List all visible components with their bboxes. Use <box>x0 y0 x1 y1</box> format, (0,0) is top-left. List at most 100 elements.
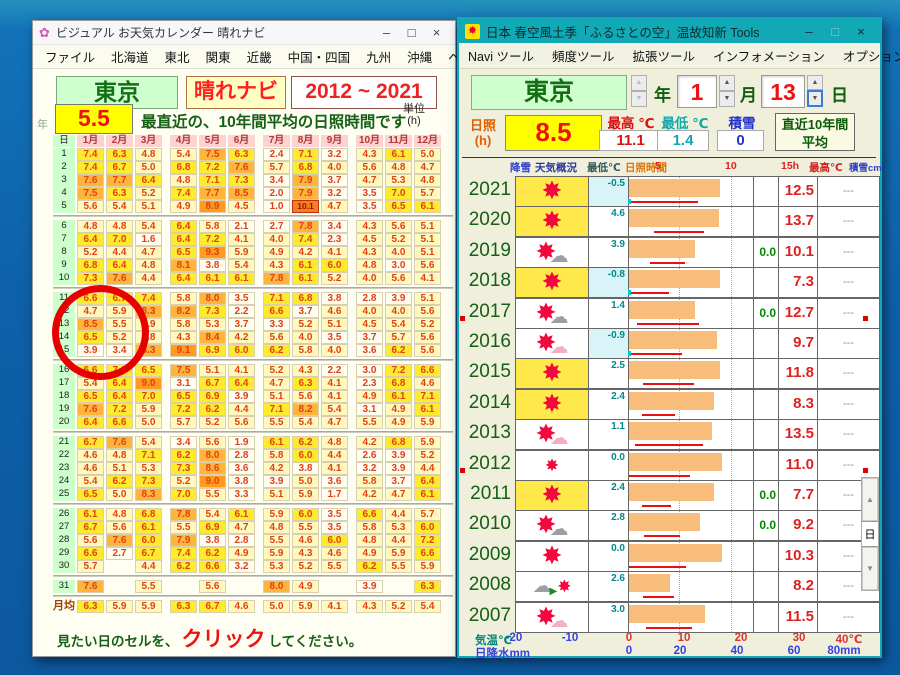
calendar-cell[interactable]: 6.4 <box>77 233 104 246</box>
calendar-cell[interactable]: 2.8 <box>356 292 383 305</box>
calendar-cell[interactable]: 6.3 <box>292 377 319 390</box>
calendar-cell[interactable]: 3.7 <box>228 318 255 331</box>
day-scroll-spinner[interactable]: ▲ 日 ▼ <box>861 477 879 591</box>
calendar-cell[interactable]: 2.2 <box>228 305 255 318</box>
calendar-cell[interactable]: 5.5 <box>385 560 412 573</box>
calendar-cell[interactable]: 6.6 <box>414 364 441 377</box>
calendar-cell[interactable]: 6.1 <box>292 272 319 285</box>
calendar-cell[interactable]: 6.2 <box>106 475 133 488</box>
calendar-cell[interactable]: 6.1 <box>414 403 441 416</box>
calendar-cell[interactable]: 6.0 <box>228 344 255 357</box>
calendar-cell[interactable]: 5.3 <box>385 174 412 187</box>
calendar-cell[interactable]: 4.8 <box>356 534 383 547</box>
calendar-cell[interactable]: 5.9 <box>292 488 319 501</box>
maximize-button[interactable]: □ <box>822 24 848 39</box>
menu-item[interactable]: ファイル <box>37 47 103 66</box>
calendar-cell[interactable]: 6.4 <box>170 272 197 285</box>
scroll-up-icon[interactable]: ▲ <box>862 478 878 521</box>
calendar-cell[interactable]: 7.6 <box>77 403 104 416</box>
calendar-cell[interactable]: 6.0 <box>292 449 319 462</box>
calendar-cell[interactable]: 5.7 <box>385 331 412 344</box>
calendar-cell[interactable]: 4.7 <box>135 246 162 259</box>
calendar-cell[interactable]: 3.6 <box>356 344 383 357</box>
calendar-cell[interactable]: 4.8 <box>135 148 162 161</box>
calendar-cell[interactable]: 5.6 <box>263 331 290 344</box>
scroll-down-icon[interactable]: ▼ <box>862 547 878 590</box>
calendar-cell[interactable]: 5.8 <box>356 521 383 534</box>
calendar-cell[interactable]: 6.9 <box>199 521 226 534</box>
calendar-cell[interactable]: 3.8 <box>199 534 226 547</box>
calendar-cell[interactable]: 6.3 <box>106 148 133 161</box>
calendar-cell[interactable]: 2.6 <box>356 449 383 462</box>
calendar-cell[interactable]: 4.0 <box>321 344 348 357</box>
calendar-cell[interactable]: 7.6 <box>106 534 133 547</box>
calendar-cell[interactable]: 4.8 <box>135 259 162 272</box>
calendar-cell[interactable]: 6.2 <box>356 560 383 573</box>
calendar-cell[interactable]: 4.9 <box>228 547 255 560</box>
calendar-cell[interactable]: 7.3 <box>199 305 226 318</box>
calendar-cell[interactable]: 4.9 <box>385 403 412 416</box>
calendar-cell[interactable]: 6.4 <box>228 377 255 390</box>
calendar-cell[interactable]: 9.0 <box>135 377 162 390</box>
calendar-cell[interactable]: 4.8 <box>106 449 133 462</box>
calendar-cell[interactable]: 5.1 <box>414 220 441 233</box>
calendar-cell[interactable]: 4.0 <box>385 305 412 318</box>
spin-down-icon[interactable]: ▼ <box>631 91 647 107</box>
calendar-cell[interactable]: 7.2 <box>199 161 226 174</box>
minimize-button[interactable]: – <box>374 25 399 40</box>
menu-item[interactable]: 中国・四国 <box>280 47 359 66</box>
calendar-cell[interactable]: 6.8 <box>385 377 412 390</box>
calendar-cell[interactable]: 6.7 <box>77 521 104 534</box>
calendar-cell[interactable]: 4.1 <box>321 377 348 390</box>
calendar-cell[interactable]: 4.3 <box>292 364 319 377</box>
calendar-cell[interactable]: 4.6 <box>321 305 348 318</box>
calendar-cell[interactable]: 5.5 <box>356 416 383 429</box>
calendar-cell[interactable]: 4.1 <box>228 364 255 377</box>
calendar-cell[interactable]: 6.1 <box>292 259 319 272</box>
calendar-cell[interactable]: 7.8 <box>263 272 290 285</box>
calendar-cell[interactable]: 6.8 <box>135 508 162 521</box>
calendar-cell[interactable]: 4.6 <box>77 462 104 475</box>
calendar-cell[interactable]: 5.6 <box>106 521 133 534</box>
calendar-cell[interactable]: 4.1 <box>414 272 441 285</box>
calendar-cell[interactable]: 2.4 <box>263 148 290 161</box>
menu-item[interactable]: 拡張ツール <box>624 46 705 65</box>
menu-item[interactable]: 頻度ツール <box>543 46 624 65</box>
calendar-cell[interactable]: 5.5 <box>292 521 319 534</box>
calendar-cell[interactable]: 5.2 <box>321 272 348 285</box>
minimize-button[interactable]: – <box>796 24 822 39</box>
calendar-cell[interactable]: 4.9 <box>356 547 383 560</box>
calendar-cell[interactable]: 4.5 <box>356 233 383 246</box>
calendar-cell[interactable]: 5.2 <box>292 560 319 573</box>
calendar-cell[interactable]: 7.3 <box>170 462 197 475</box>
calendar-cell[interactable]: 6.0 <box>292 508 319 521</box>
calendar-cell[interactable]: 7.1 <box>263 403 290 416</box>
calendar-cell[interactable]: 5.9 <box>385 547 412 560</box>
calendar-cell[interactable]: 5.0 <box>292 475 319 488</box>
city-spinner[interactable]: ▲ ▼ <box>631 75 647 107</box>
calendar-cell[interactable]: 7.3 <box>135 475 162 488</box>
calendar-cell[interactable]: 3.9 <box>228 390 255 403</box>
calendar-cell[interactable]: 3.0 <box>385 259 412 272</box>
calendar-cell[interactable]: 6.8 <box>77 259 104 272</box>
calendar-cell[interactable]: 5.8 <box>263 449 290 462</box>
spin-up-icon[interactable]: ▲ <box>807 75 823 90</box>
calendar-cell[interactable]: 5.6 <box>414 331 441 344</box>
calendar-cell[interactable]: 4.8 <box>106 220 133 233</box>
calendar-cell[interactable]: 4.0 <box>321 161 348 174</box>
calendar-cell[interactable]: 3.2 <box>228 560 255 573</box>
calendar-cell[interactable]: 7.8 <box>170 508 197 521</box>
calendar-cell[interactable]: 6.9 <box>199 344 226 357</box>
calendar-cell[interactable]: 6.1 <box>414 488 441 501</box>
menu-item[interactable]: オプション <box>834 46 900 65</box>
spin-up-icon[interactable]: ▲ <box>719 75 735 91</box>
calendar-cell[interactable]: 4.9 <box>292 580 319 593</box>
calendar-cell[interactable]: 8.2 <box>170 305 197 318</box>
calendar-cell[interactable]: 5.4 <box>106 200 133 213</box>
calendar-cell[interactable]: 5.6 <box>228 416 255 429</box>
maximize-button[interactable]: □ <box>399 25 424 40</box>
spin-down-icon[interactable]: ▼ <box>719 91 735 107</box>
calendar-cell[interactable]: 7.9 <box>292 187 319 200</box>
calendar-cell[interactable]: 6.2 <box>263 344 290 357</box>
calendar-cell[interactable]: 5.8 <box>199 220 226 233</box>
